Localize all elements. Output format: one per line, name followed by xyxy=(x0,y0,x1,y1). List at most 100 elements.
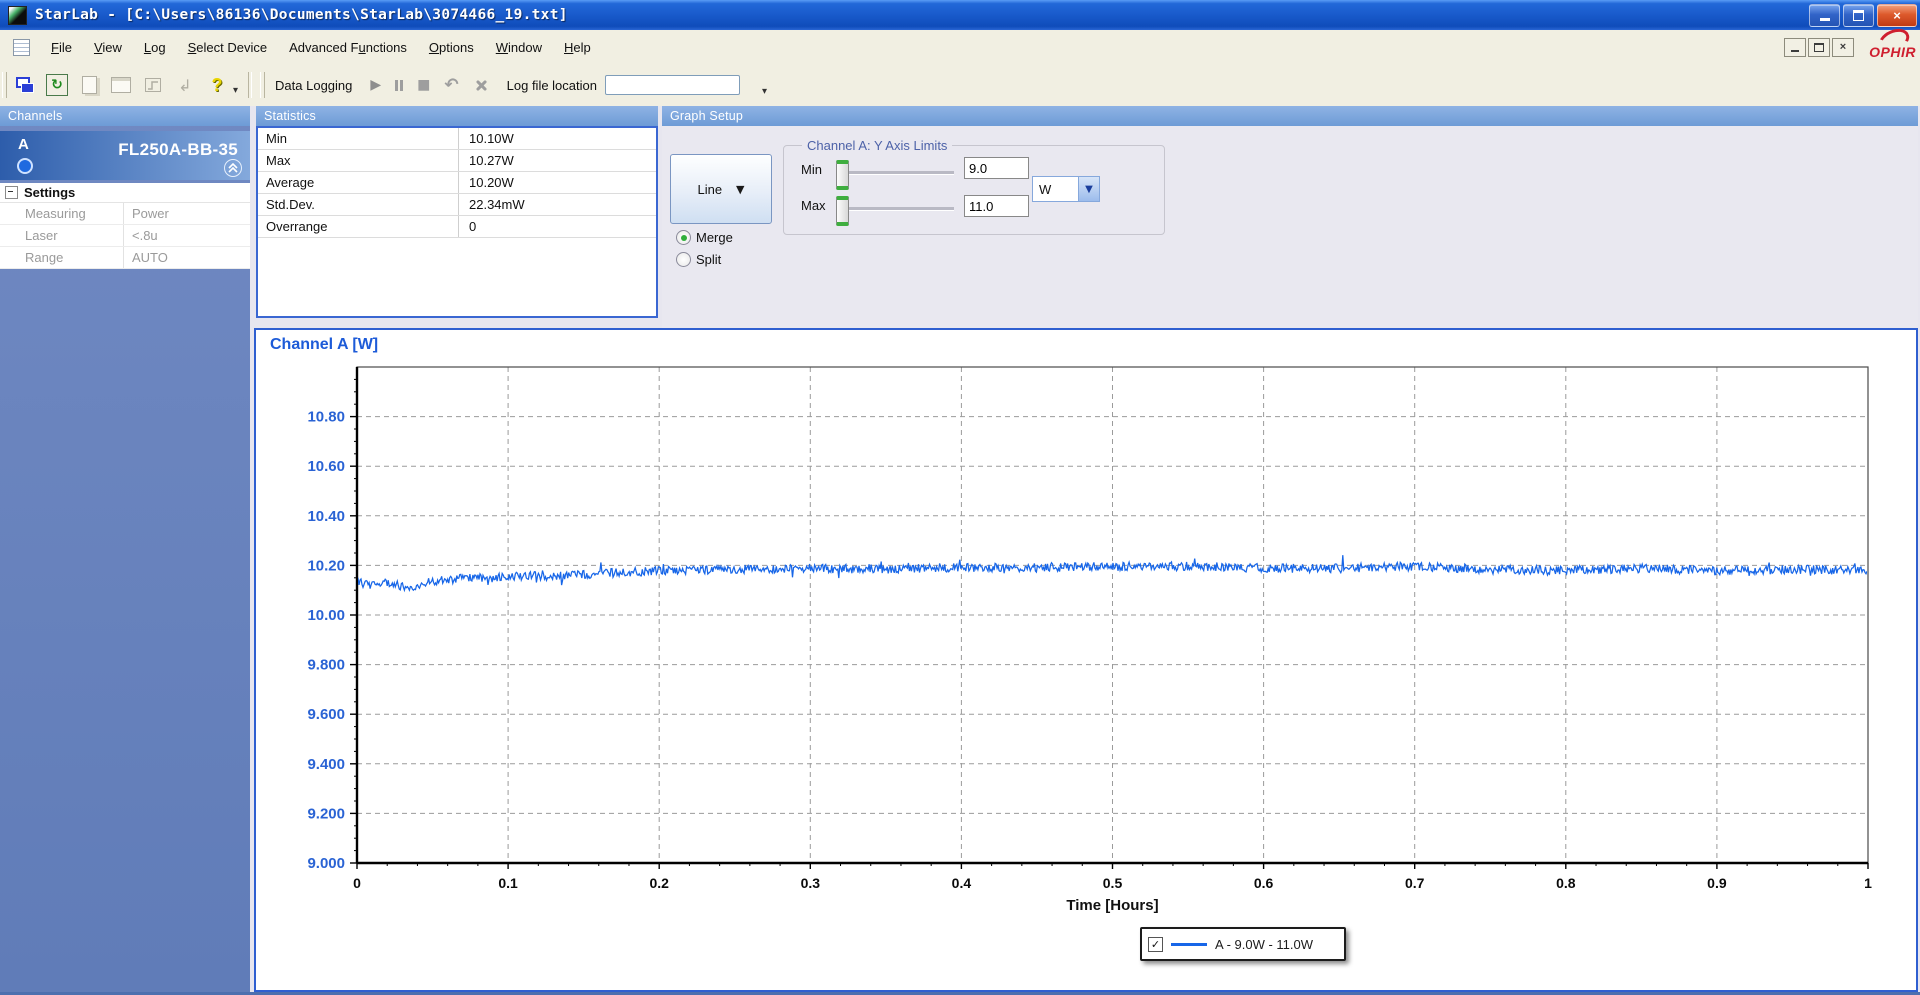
mdi-minimize-button[interactable] xyxy=(1784,38,1806,57)
graph-type-dropdown[interactable]: Line ▼ xyxy=(670,154,772,224)
setting-row-laser[interactable]: Laser<.8u xyxy=(0,225,250,247)
chart-plot: 9.0009.2009.4009.6009.80010.0010.2010.40… xyxy=(256,330,1916,990)
legend-checkbox[interactable]: ✓ xyxy=(1148,937,1163,952)
max-slider-track[interactable] xyxy=(838,207,954,211)
title-bar: StarLab - [C:\Users\86136\Documents\Star… xyxy=(0,0,1920,30)
max-label: Max xyxy=(801,198,826,213)
statistics-table: Min10.10WMax10.27WAverage10.20WStd.Dev.2… xyxy=(256,126,658,318)
svg-text:0.7: 0.7 xyxy=(1405,875,1425,891)
y-axis-limits-group: Channel A: Y Axis Limits Min Max W ▼ xyxy=(783,145,1165,235)
svg-text:0: 0 xyxy=(353,875,361,891)
toolbar-grip[interactable] xyxy=(2,72,7,98)
unit-value: W xyxy=(1033,182,1078,197)
menu-item-file[interactable]: File xyxy=(40,37,83,58)
svg-text:9.600: 9.600 xyxy=(307,706,345,723)
max-slider-handle[interactable] xyxy=(836,196,849,226)
graph-setup-panel: Graph Setup Line ▼ Channel A: Y Axis Lim… xyxy=(662,106,1918,328)
statistics-panel: Statistics Min10.10WMax10.27WAverage10.2… xyxy=(256,106,658,318)
help-icon: ? xyxy=(212,75,223,96)
unit-combo-arrow-icon[interactable]: ▼ xyxy=(1078,177,1099,201)
menu-item-window[interactable]: Window xyxy=(485,37,553,58)
svg-text:0.6: 0.6 xyxy=(1254,875,1274,891)
chart-title: Channel A [W] xyxy=(270,336,378,354)
legend-label: A - 9.0W - 11.0W xyxy=(1215,937,1313,952)
pause-button[interactable] xyxy=(395,80,403,91)
stat-row-stddev: Std.Dev.22.34mW xyxy=(258,194,656,216)
settings-rows: MeasuringPowerLaser<.8uRangeAUTO xyxy=(0,203,250,269)
device-manager-button[interactable] xyxy=(11,71,39,99)
svg-text:1: 1 xyxy=(1864,875,1872,891)
restore-button[interactable] xyxy=(1843,4,1874,27)
return-icon: ↲ xyxy=(178,76,191,95)
help-button[interactable]: ? xyxy=(203,71,231,99)
stat-row-max: Max10.27W xyxy=(258,150,656,172)
menu-item-log[interactable]: Log xyxy=(133,37,177,58)
menu-item-options[interactable]: Options xyxy=(418,37,485,58)
svg-text:0.8: 0.8 xyxy=(1556,875,1576,891)
mdi-close-button[interactable]: × xyxy=(1832,38,1854,57)
setting-row-measuring[interactable]: MeasuringPower xyxy=(0,203,250,225)
channel-id: A xyxy=(18,136,29,153)
svg-text:10.40: 10.40 xyxy=(307,508,345,525)
menu-item-advanced-functions[interactable]: Advanced Functions xyxy=(278,37,418,58)
copy-button[interactable] xyxy=(75,71,103,99)
svg-text:10.20: 10.20 xyxy=(307,557,345,574)
setting-row-range[interactable]: RangeAUTO xyxy=(0,247,250,269)
menu-items: FileViewLogSelect DeviceAdvanced Functio… xyxy=(40,37,602,58)
window-title: StarLab - [C:\Users\86136\Documents\Star… xyxy=(35,7,568,23)
channel-model: FL250A-BB-35 xyxy=(118,140,238,160)
toolbar-grip-2[interactable] xyxy=(260,72,265,98)
toolbar-separator xyxy=(248,72,252,98)
svg-text:9.000: 9.000 xyxy=(307,855,345,872)
logfile-dropdown-caret[interactable]: ▾ xyxy=(762,86,767,97)
svg-text:10.80: 10.80 xyxy=(307,409,345,426)
collapse-chevron-icon[interactable] xyxy=(224,159,242,177)
svg-text:9.800: 9.800 xyxy=(307,657,345,674)
svg-text:0.3: 0.3 xyxy=(801,875,821,891)
statistics-header: Statistics xyxy=(256,106,658,126)
step-function-button[interactable] xyxy=(139,71,167,99)
menu-item-select-device[interactable]: Select Device xyxy=(177,37,278,58)
data-logging-label: Data Logging xyxy=(275,78,352,93)
settings-collapse-box[interactable] xyxy=(5,186,18,199)
svg-text:0.9: 0.9 xyxy=(1707,875,1727,891)
stop-button[interactable]: ■ xyxy=(417,77,430,93)
split-radio[interactable]: Split xyxy=(676,252,721,267)
merge-radio[interactable]: Merge xyxy=(676,230,733,245)
reset-button[interactable]: ↶ xyxy=(444,75,458,95)
refresh-button[interactable]: ↻ xyxy=(43,71,71,99)
min-label: Min xyxy=(801,162,822,177)
chart-legend[interactable]: ✓ A - 9.0W - 11.0W xyxy=(1140,927,1346,961)
min-slider-track[interactable] xyxy=(838,171,954,175)
graph-window-button[interactable] xyxy=(107,71,135,99)
settings-block: Settings MeasuringPowerLaser<.8uRangeAUT… xyxy=(0,183,250,268)
channel-card[interactable]: A FL250A-BB-35 xyxy=(0,131,250,180)
y-min-input[interactable] xyxy=(964,157,1029,179)
close-button[interactable]: × xyxy=(1877,4,1917,27)
ophir-logo: OPHIR xyxy=(1858,31,1916,63)
app-icon xyxy=(8,6,27,25)
document-icon xyxy=(13,39,30,56)
channel-status-dot xyxy=(17,158,33,174)
y-max-input[interactable] xyxy=(964,195,1029,217)
log-file-location-input[interactable] xyxy=(605,75,740,95)
tools-icon[interactable] xyxy=(473,77,489,93)
menu-item-help[interactable]: Help xyxy=(553,37,602,58)
graph-setup-header: Graph Setup xyxy=(662,106,1918,126)
chevron-down-icon: ▼ xyxy=(736,183,744,196)
channels-sidebar: Channels A FL250A-BB-35 Settings Measuri… xyxy=(0,106,250,992)
log-file-location-label: Log file location xyxy=(507,78,597,93)
stat-row-overrange: Overrange0 xyxy=(258,216,656,238)
play-button[interactable]: ▶ xyxy=(370,77,381,93)
graph-window-icon xyxy=(111,77,131,93)
unit-combo[interactable]: W ▼ xyxy=(1032,176,1100,202)
min-slider-handle[interactable] xyxy=(836,160,849,190)
svg-text:0.2: 0.2 xyxy=(649,875,669,891)
toolbar-overflow-caret[interactable]: ▾ xyxy=(233,85,238,96)
mdi-restore-button[interactable] xyxy=(1808,38,1830,57)
channels-header: Channels xyxy=(0,106,250,126)
minimize-button[interactable] xyxy=(1809,4,1840,27)
legend-line-swatch xyxy=(1171,943,1207,946)
return-button[interactable]: ↲ xyxy=(171,71,199,99)
menu-item-view[interactable]: View xyxy=(83,37,133,58)
